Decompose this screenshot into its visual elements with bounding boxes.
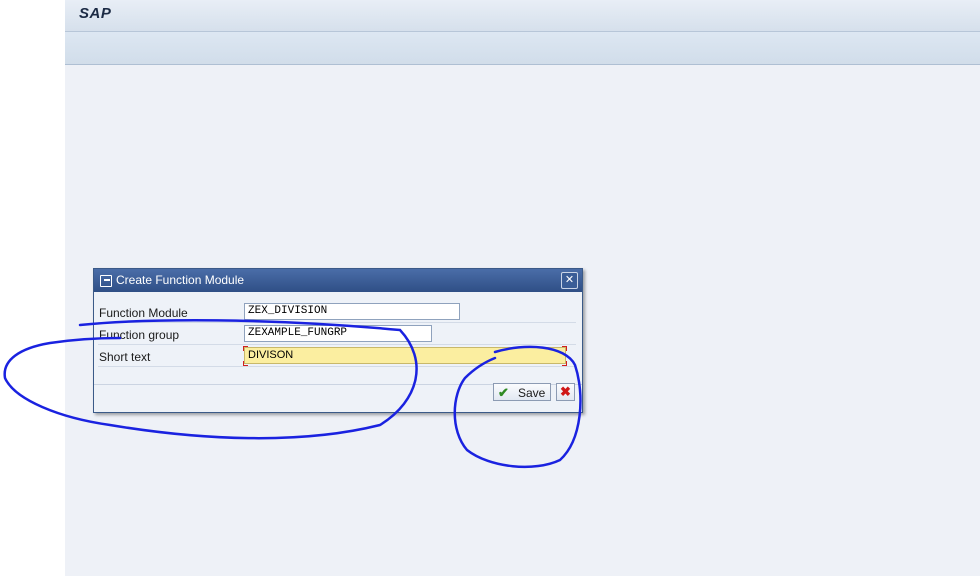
function-group-label: Function group xyxy=(99,328,180,342)
focus-marker xyxy=(562,361,567,366)
dialog-title-bar: Create Function Module ✕ xyxy=(94,269,582,292)
left-margin xyxy=(0,0,65,576)
cancel-icon[interactable]: ✖ xyxy=(556,383,575,401)
save-button[interactable]: ✔ Save xyxy=(493,383,551,401)
short-text-row: Short text DIVISON xyxy=(98,346,576,367)
create-document-icon xyxy=(100,275,112,287)
application-toolbar xyxy=(65,32,980,65)
focus-marker xyxy=(243,361,248,366)
function-module-label: Function Module xyxy=(99,306,188,320)
function-group-row: Function group ZEXAMPLE_FUNGRP xyxy=(98,324,576,345)
short-text-label: Short text xyxy=(99,350,151,364)
create-function-module-dialog: Create Function Module ✕ Function Module… xyxy=(93,268,583,413)
function-group-input[interactable]: ZEXAMPLE_FUNGRP xyxy=(244,325,432,342)
title-bar: SAP xyxy=(65,0,980,32)
function-module-row: Function Module ZEX_DIVISION xyxy=(98,302,576,323)
short-text-input[interactable]: DIVISON xyxy=(244,347,566,364)
focus-marker xyxy=(243,346,248,351)
dialog-title: Create Function Module xyxy=(116,273,245,287)
function-module-input[interactable]: ZEX_DIVISION xyxy=(244,303,460,320)
sap-brand: SAP xyxy=(79,5,112,22)
checkmark-icon: ✔ xyxy=(498,385,509,400)
close-icon[interactable]: ✕ xyxy=(561,272,578,289)
focus-marker xyxy=(562,346,567,351)
save-button-label: Save xyxy=(518,386,546,400)
